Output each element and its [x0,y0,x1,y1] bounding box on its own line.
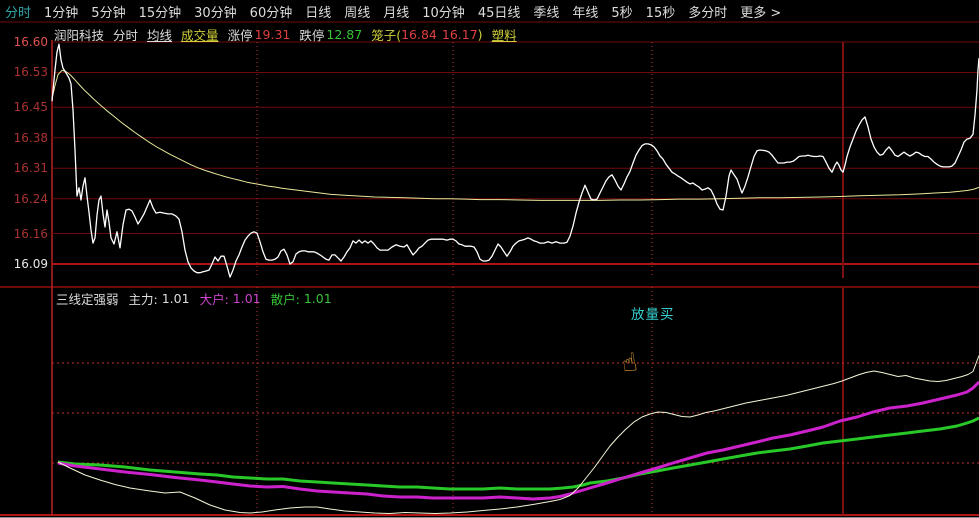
price-tick-16.45: 16.45 [13,100,48,115]
sanhu-label: 散户: [270,292,300,307]
menu-item-14[interactable]: 15秒 [646,2,676,21]
indicator-header: 三线定强弱 主力: 1.01 大户: 1.01 散户: 1.01 [56,289,336,308]
cage-suffix: ) [477,27,483,42]
menu-item-10[interactable]: 45日线 [478,2,521,21]
trading-app-window: 分时 1分钟 5分钟 15分钟 30分钟 60分钟 日线 周线 月线 10分钟 45日线 季线 年线 5秒… [0,0,979,518]
menu-item-6[interactable]: 日线 [305,2,331,21]
menu-item-4[interactable]: 30分钟 [194,2,237,21]
link-junxian[interactable]: 均线 [147,25,172,44]
price-tick-16.60: 16.60 [13,35,48,49]
price-tick-16.38: 16.38 [13,130,48,145]
link-suliao[interactable]: 塑料 [492,25,517,44]
menu-item-1[interactable]: 1分钟 [44,2,78,21]
tab-fenshi[interactable]: 分时 [113,25,138,44]
limit-down-label: 跌停 [299,28,325,43]
limit-up-value: 19.31 [254,27,291,42]
menu-item-11[interactable]: 季线 [533,2,559,21]
link-volume[interactable]: 成交量 [181,25,219,44]
menu-item-3[interactable]: 15分钟 [139,2,182,21]
price-line [51,43,979,278]
menu-item-0[interactable]: 分时 [5,2,31,21]
menu-item-9[interactable]: 10分钟 [422,2,465,21]
menu-item-13[interactable]: 5秒 [611,2,632,21]
zhuli-value: 1.01 [161,291,190,306]
dahu-label: 大户: [199,292,229,307]
stock-name: 润阳科技 [54,28,105,43]
menu-item-12[interactable]: 年线 [572,2,598,21]
menu-item-16[interactable]: 更多 > [740,2,781,21]
menu-item-7[interactable]: 周线 [344,2,370,21]
cage-low-value: 16.17 [441,27,478,42]
buy-signal-annotation: 放量买 [631,307,675,323]
price-tick-16.53: 16.53 [13,65,48,80]
price-tick-16.09: 16.09 [13,257,48,271]
avg-price-line [51,69,979,201]
info-bar: 润阳科技 分时 均线 成交量 涨停 19.31 跌停 12.87 笼子( 16.… [54,25,526,44]
sanhu-value: 1.01 [303,291,332,306]
period-menubar: 分时 1分钟 5分钟 15分钟 30分钟 60分钟 日线 周线 月线 10分钟 45日线 季线 年线 5秒… [0,0,979,22]
limit-up-label: 涨停 [227,28,253,43]
chart-canvas[interactable] [0,0,979,518]
cage-label: 笼子( [371,28,402,43]
dahu-value: 1.01 [232,291,261,306]
cage-high-value: 16.84 [401,27,437,42]
menu-item-15[interactable]: 多分时 [688,2,727,21]
indicator-name[interactable]: 三线定强弱 [56,289,119,308]
price-tick-16.31: 16.31 [13,161,48,176]
menu-item-5[interactable]: 60分钟 [250,2,293,21]
limit-down-value: 12.87 [326,27,363,42]
menu-item-8[interactable]: 月线 [383,2,409,21]
zhuli-label: 主力: [128,292,158,307]
menu-item-2[interactable]: 5分钟 [91,2,125,21]
price-tick-16.16: 16.16 [13,226,48,241]
price-tick-16.24: 16.24 [13,191,48,206]
